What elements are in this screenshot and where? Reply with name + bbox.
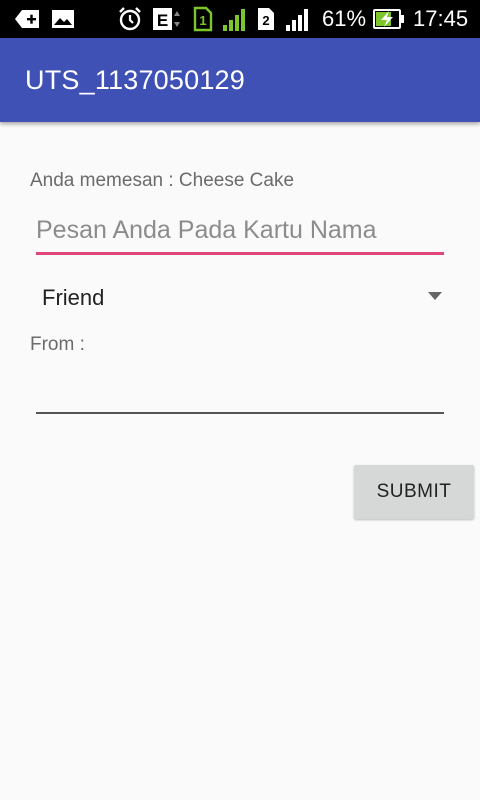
submit-button[interactable]: SUBMIT (354, 465, 474, 519)
order-summary-label: Anda memesan : Cheese Cake (30, 170, 295, 191)
signal-icon (285, 0, 313, 38)
sim2-label: 2 (262, 13, 269, 28)
data-e-icon: E (152, 0, 182, 38)
clock: 17:45 (413, 6, 469, 31)
status-bar: E 1 2 61% 17:45 (0, 0, 480, 38)
sim1-icon: 1 (193, 0, 213, 38)
from-label: From : (30, 334, 85, 355)
app-title: UTS_1137050129 (25, 65, 245, 95)
sim2-icon: 2 (256, 0, 276, 38)
battery-charging-icon (372, 0, 406, 38)
dropdown-arrow-icon (428, 292, 442, 300)
from-input[interactable] (36, 370, 444, 414)
alarm-icon (117, 0, 143, 38)
network-type-label: E (157, 11, 168, 30)
signal-icon (222, 0, 250, 38)
recipient-dropdown[interactable]: Friend (36, 278, 444, 318)
app-bar: UTS_1137050129 (0, 38, 480, 122)
sim1-label: 1 (199, 13, 206, 28)
card-message-input[interactable] (36, 208, 444, 255)
image-icon (51, 0, 75, 38)
add-notification-icon (14, 0, 42, 38)
battery-percent: 61% (322, 6, 367, 31)
recipient-selected-value: Friend (42, 285, 105, 310)
